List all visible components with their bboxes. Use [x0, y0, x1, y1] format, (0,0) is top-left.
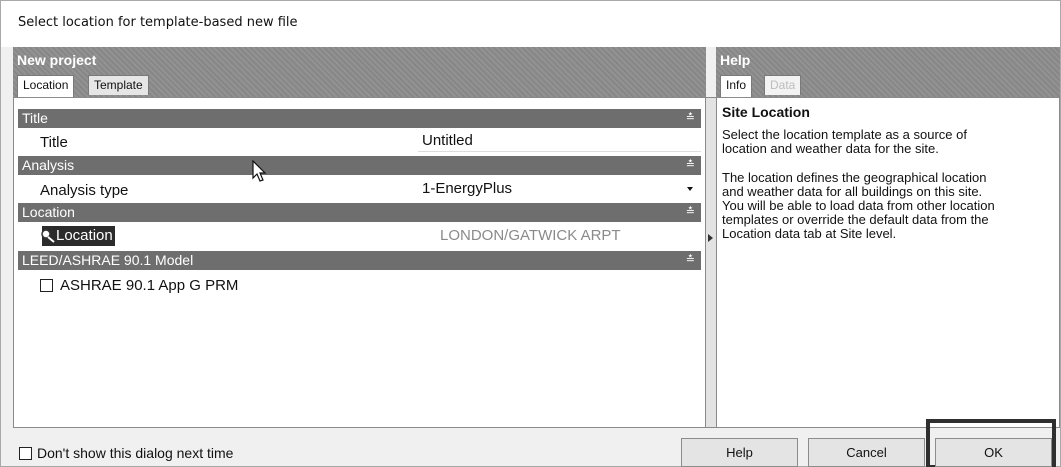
- property-grid: Title ≛ Title Untitled Analysis ≛ Analys…: [13, 97, 706, 428]
- row-ashrae: ASHRAE 90.1 App G PRM: [18, 274, 701, 298]
- help-header: Help Info Data: [716, 47, 1060, 97]
- section-location-label: Location: [22, 204, 75, 220]
- help-line: Select the location template as a source…: [722, 127, 967, 142]
- analysis-type-value: 1-EnergyPlus: [422, 180, 513, 197]
- ok-button[interactable]: OK: [935, 438, 1052, 467]
- row-analysis-type: Analysis type 1-EnergyPlus: [18, 178, 701, 202]
- location-value[interactable]: LONDON/GATWICK ARPT: [436, 225, 719, 247]
- help-line: You will be able to load data from other…: [722, 198, 995, 213]
- double-chevron-icon[interactable]: ≛: [686, 109, 695, 128]
- ashrae-checkbox-label[interactable]: ASHRAE 90.1 App G PRM: [60, 277, 238, 294]
- row-title: Title Untitled: [18, 130, 701, 154]
- new-project-header: New project Location Template: [13, 47, 706, 97]
- analysis-type-select[interactable]: 1-EnergyPlus: [418, 178, 701, 200]
- help-line: and weather data for all buildings on th…: [722, 184, 983, 199]
- help-button[interactable]: Help: [681, 438, 798, 467]
- section-title-label: Title: [22, 110, 48, 126]
- analysis-type-label: Analysis type: [40, 182, 129, 199]
- help-line: The location defines the geographical lo…: [722, 170, 987, 185]
- pin-icon: [41, 229, 55, 243]
- dont-show-checkbox[interactable]: [19, 447, 32, 460]
- double-chevron-icon[interactable]: ≛: [686, 203, 695, 222]
- help-line: location and weather data for the site.: [722, 141, 939, 156]
- section-analysis[interactable]: Analysis ≛: [18, 156, 701, 175]
- tab-info[interactable]: Info: [720, 75, 753, 97]
- double-chevron-icon[interactable]: ≛: [686, 156, 695, 175]
- help-paragraph-2: The location defines the geographical lo…: [722, 171, 1052, 241]
- section-leed[interactable]: LEED/ASHRAE 90.1 Model ≛: [18, 251, 701, 270]
- help-pane-toggle[interactable]: [706, 97, 716, 428]
- title-bar: Select location for template-based new f…: [1, 1, 1060, 47]
- section-title[interactable]: Title ≛: [18, 109, 701, 128]
- title-row-label: Title: [40, 134, 68, 151]
- help-paragraph-1: Select the location template as a source…: [722, 128, 1052, 156]
- cursor-icon: [252, 160, 267, 182]
- new-project-title: New project: [17, 52, 97, 68]
- window-title: Select location for template-based new f…: [18, 15, 298, 30]
- ashrae-checkbox[interactable]: [40, 279, 53, 292]
- tab-template[interactable]: Template: [88, 75, 149, 95]
- help-heading: Site Location: [722, 104, 810, 120]
- help-line: templates or override the default data f…: [722, 212, 989, 227]
- help-title-header: Help: [720, 52, 751, 68]
- dont-show-label[interactable]: Don't show this dialog next time: [37, 445, 233, 461]
- help-line: Location data tab at Site level.: [722, 226, 897, 241]
- tab-data: Data: [764, 75, 802, 95]
- title-input[interactable]: Untitled: [418, 130, 701, 152]
- tab-location[interactable]: Location: [17, 75, 75, 97]
- row-location[interactable]: Location LONDON/GATWICK ARPT: [18, 225, 701, 249]
- double-chevron-icon[interactable]: ≛: [686, 251, 695, 270]
- help-panel: Site Location Select the location templa…: [716, 97, 1060, 428]
- section-location[interactable]: Location ≛: [18, 203, 701, 222]
- cancel-button[interactable]: Cancel: [808, 438, 925, 467]
- dialog-window: Select location for template-based new f…: [0, 0, 1061, 467]
- dropdown-arrow-icon[interactable]: [687, 187, 693, 191]
- section-analysis-label: Analysis: [22, 157, 75, 173]
- triangle-right-icon[interactable]: [708, 234, 713, 242]
- section-leed-label: LEED/ASHRAE 90.1 Model: [22, 252, 194, 268]
